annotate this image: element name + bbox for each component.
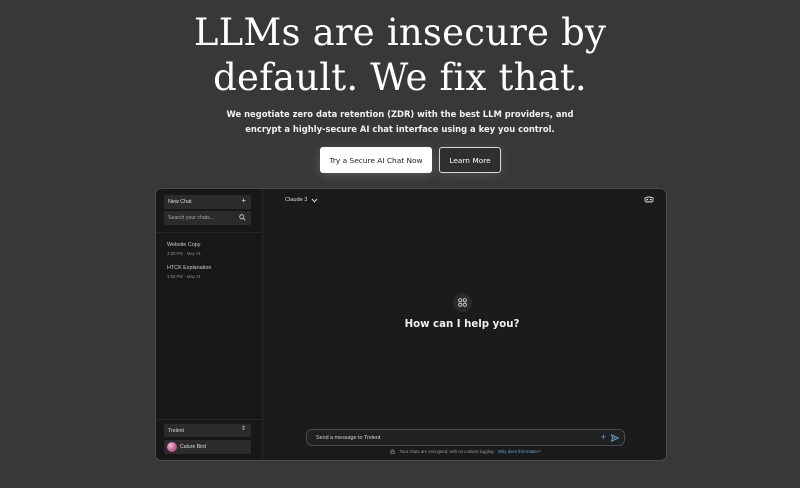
attach-plus-icon[interactable]: + [601, 432, 606, 442]
search-icon [239, 214, 246, 221]
avatar [167, 442, 177, 452]
hero-subtitle-line-2: encrypt a highly-secure AI chat interfac… [245, 124, 555, 134]
hero-subtitle-line-1: We negotiate zero data retention (ZDR) w… [226, 109, 574, 119]
new-chat-button[interactable]: New Chat + [164, 195, 251, 209]
plus-icon: + [241, 196, 246, 205]
encryption-note: Your chats are encrypted, with no conten… [306, 449, 625, 454]
chat-title: HTCK Explanation [167, 265, 212, 271]
lock-icon [390, 449, 395, 454]
chat-timestamp: 3:50 PM · May 31 [167, 274, 201, 279]
message-input-placeholder: Send a message to Trelent [316, 434, 381, 441]
user-name: Calure Bird [180, 444, 206, 450]
model-picker[interactable]: Claude 3 [285, 197, 318, 203]
chat-list-item[interactable]: Website Copy 3:50 PM · May 31 [167, 242, 201, 256]
chat-list-item[interactable]: HTCK Explanation 3:50 PM · May 31 [167, 265, 211, 279]
user-account-button[interactable]: Calure Bird [164, 440, 251, 454]
chevron-updown-icon: ⇕ [240, 426, 246, 432]
app-preview-window: New Chat + Search your chats... Website … [155, 188, 667, 461]
hero-title: LLMs are insecure by default. We fix tha… [0, 10, 800, 100]
chat-title: Website Copy [167, 242, 201, 248]
search-input[interactable]: Search your chats... [164, 211, 251, 225]
workspace-select[interactable]: Trelent ⇕ [164, 424, 251, 437]
greeting-text: How can I help you? [404, 319, 520, 330]
chat-timestamp: 3:50 PM · May 31 [167, 251, 201, 256]
model-picker-label: Claude 3 [285, 197, 308, 203]
new-chat-label: New Chat [168, 199, 192, 205]
search-placeholder: Search your chats... [168, 215, 215, 221]
send-icon[interactable] [611, 434, 619, 442]
why-matters-link[interactable]: Why does this matter? [498, 449, 541, 454]
hero-title-line-1: LLMs are insecure by [193, 11, 607, 54]
hero-title-line-2: default. We fix that. [213, 56, 587, 99]
message-input[interactable]: Send a message to Trelent + [306, 429, 625, 446]
chevron-down-icon [312, 198, 318, 203]
mask-icon[interactable] [644, 196, 654, 204]
try-secure-chat-button[interactable]: Try a Secure AI Chat Now [320, 147, 432, 173]
sidebar-bottom-divider [156, 419, 263, 420]
workspace-select-value: Trelent [168, 427, 184, 434]
hero-subtitle: We negotiate zero data retention (ZDR) w… [0, 107, 800, 137]
sidebar-divider [156, 232, 263, 233]
grid-icon [453, 293, 472, 312]
learn-more-button[interactable]: Learn More [439, 147, 501, 173]
encryption-note-text: Your chats are encrypted, with no conten… [399, 449, 495, 454]
sidebar: New Chat + Search your chats... Website … [156, 189, 263, 460]
